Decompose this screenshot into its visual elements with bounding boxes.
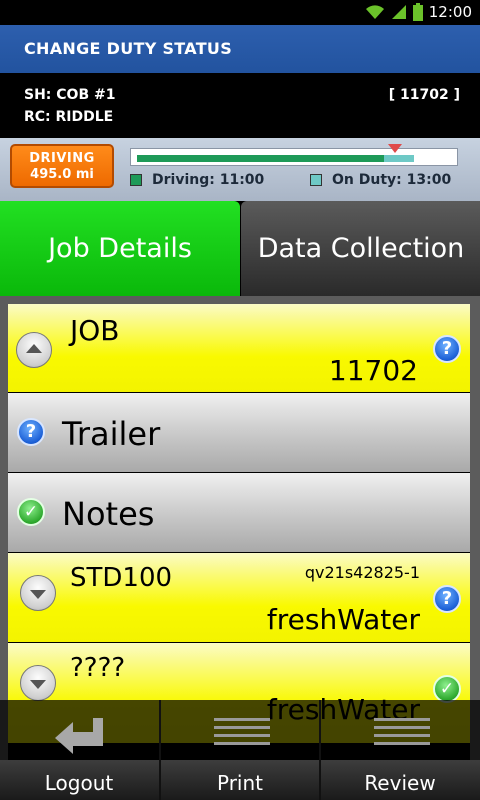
std100-title: STD100 (70, 563, 173, 593)
tab-job-details[interactable]: Job Details (0, 201, 240, 296)
on-duty-swatch (310, 174, 322, 186)
job-value: 11702 (328, 354, 418, 387)
shipment-info: SH: COB #1 RC: RIDDLE [ 11702 ] (0, 73, 480, 138)
driving-hours-label: Driving: 11:00 (152, 172, 265, 188)
driving-progress-fill (137, 155, 384, 162)
print-button[interactable]: Print (161, 700, 319, 800)
job-number: [ 11702 ] (388, 87, 460, 103)
legend-on-duty: On Duty: 13:00 (310, 172, 451, 188)
expand-button[interactable] (20, 575, 56, 611)
print-label: Print (216, 771, 263, 795)
chevron-up-icon (26, 344, 42, 353)
driving-miles: 495.0 mi (30, 167, 94, 182)
menu-lines-icon (214, 718, 270, 750)
trailer-title: Trailer (62, 415, 161, 453)
battery-icon (412, 3, 423, 21)
notes-title: Notes (62, 495, 155, 533)
driving-status-label: DRIVING (29, 151, 95, 166)
review-button[interactable]: Review (321, 700, 479, 800)
logout-button[interactable]: Logout (0, 700, 158, 800)
list-item-trailer[interactable]: ? Trailer (8, 393, 470, 472)
std100-code: qv21s42825-1 (304, 563, 420, 582)
rc-label: RC: RIDDLE (24, 109, 114, 125)
clock-time: 12:00 (428, 3, 472, 21)
expand-button[interactable] (20, 665, 56, 701)
job-title: JOB (70, 314, 120, 347)
driving-status-button[interactable]: DRIVING 495.0 mi (10, 144, 114, 188)
status-bar: 12:00 (0, 0, 480, 25)
signal-icon (391, 5, 406, 19)
list-item-std100[interactable]: STD100 qv21s42825-1 freshWater ? (8, 553, 470, 642)
status-icons: 12:00 (365, 3, 472, 21)
menu-lines-icon (374, 718, 430, 750)
hours-panel: DRIVING 495.0 mi (0, 138, 480, 201)
page-title: CHANGE DUTY STATUS (24, 39, 233, 58)
std100-value: freshWater (266, 603, 420, 636)
review-label: Review (364, 771, 436, 795)
list-item-job[interactable]: JOB 11702 ? (8, 304, 470, 392)
tab-bar: Job Details Data Collection (0, 201, 480, 296)
back-arrow-icon (55, 718, 103, 754)
list-item-notes[interactable]: ✓ Notes (8, 473, 470, 552)
wifi-icon (365, 5, 384, 19)
on-duty-progress-fill (384, 155, 414, 162)
driving-swatch (130, 174, 142, 186)
check-icon: ✓ (17, 498, 45, 526)
help-icon[interactable]: ? (433, 585, 461, 613)
legend-driving: Driving: 11:00 (130, 172, 264, 188)
chevron-down-icon (30, 680, 46, 689)
help-icon[interactable]: ? (433, 335, 461, 363)
tab-data-collection[interactable]: Data Collection (241, 201, 480, 296)
chevron-down-icon (30, 590, 46, 599)
hours-progress-bar (130, 148, 458, 166)
check-icon: ✓ (433, 675, 461, 703)
unknown-title: ???? (70, 653, 126, 683)
on-duty-hours-label: On Duty: 13:00 (332, 172, 452, 188)
current-time-marker-icon (388, 144, 402, 153)
logout-label: Logout (44, 771, 114, 795)
bottom-action-bar: Logout Print Review (0, 700, 480, 800)
title-bar: CHANGE DUTY STATUS (0, 25, 480, 73)
help-icon[interactable]: ? (17, 418, 45, 446)
shipment-label: SH: COB #1 (24, 87, 116, 103)
collapse-button[interactable] (16, 332, 52, 368)
